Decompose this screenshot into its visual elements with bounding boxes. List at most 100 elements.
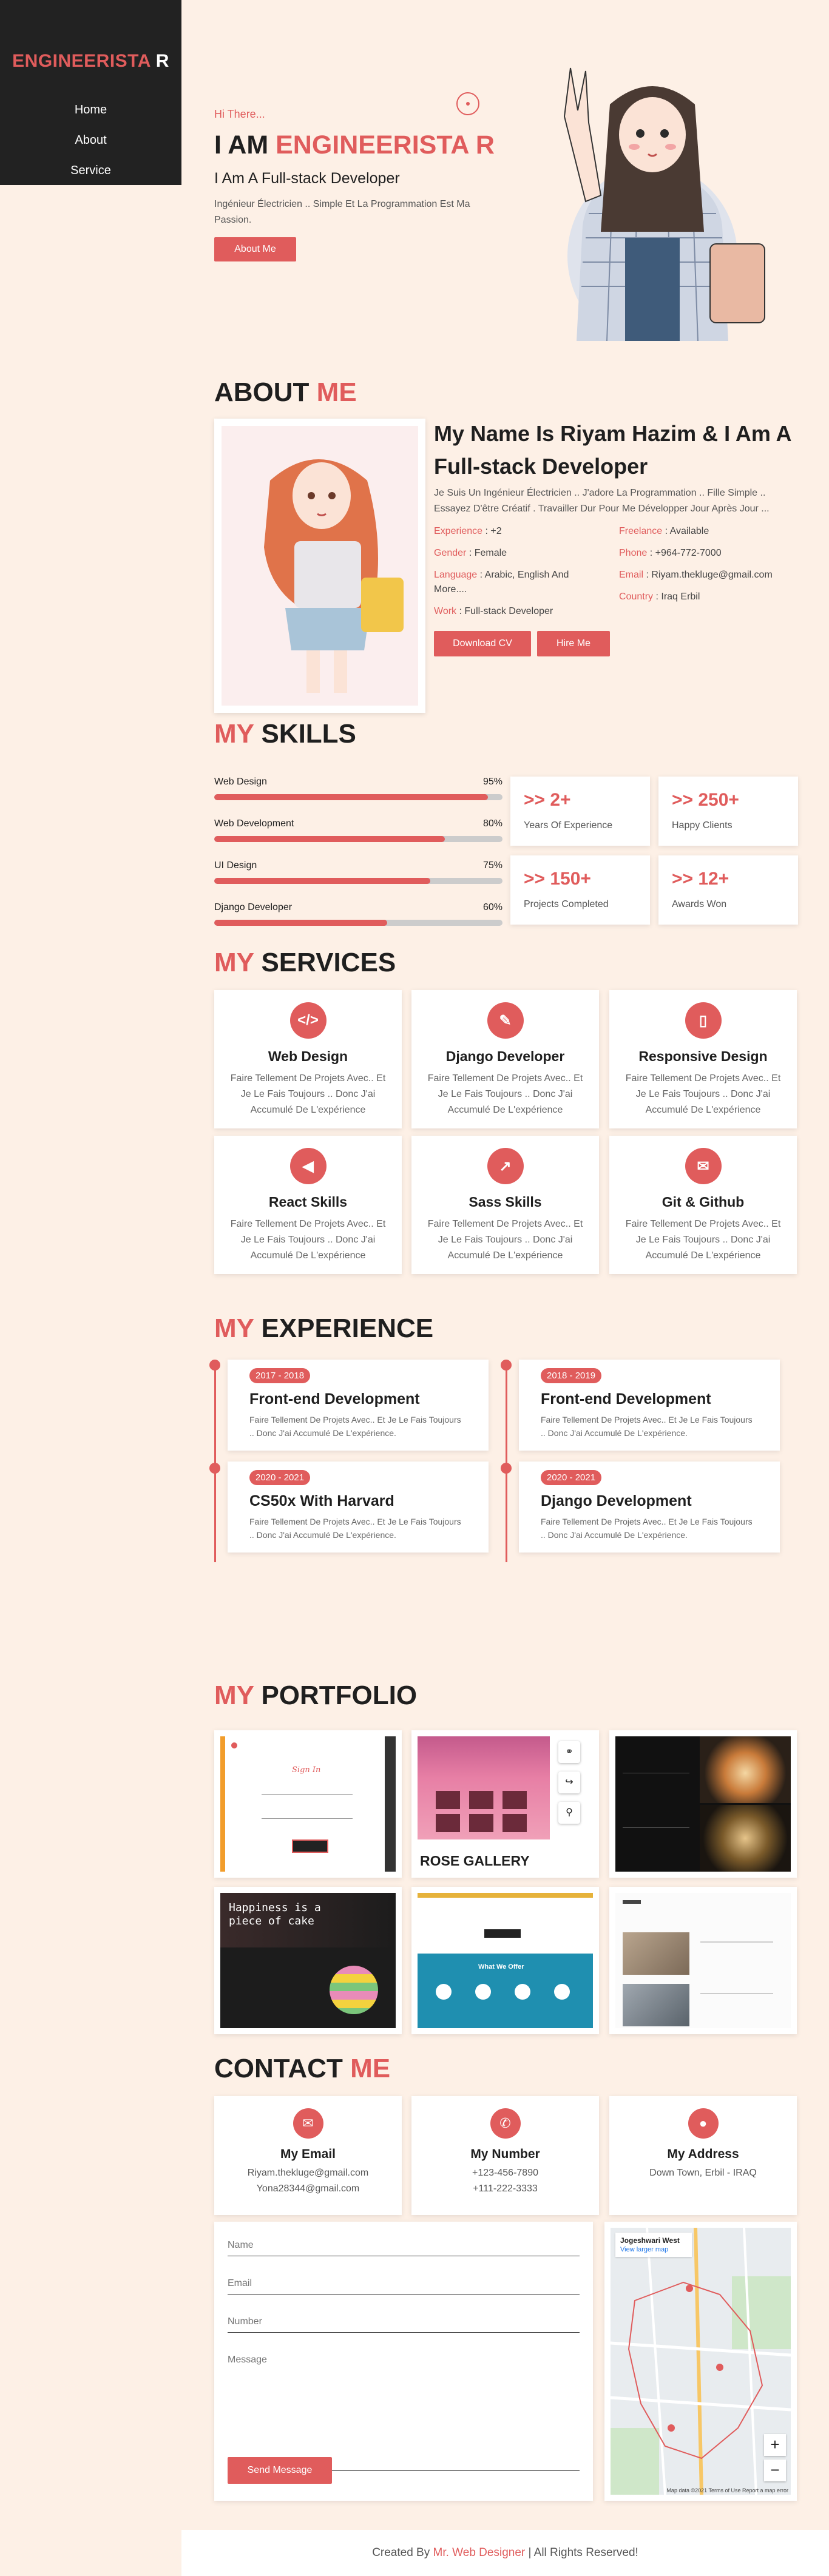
service-card[interactable]: </> Web Design Faire Tellement De Projet… — [214, 990, 402, 1128]
nav-home[interactable]: Home — [0, 95, 181, 125]
portfolio-item[interactable] — [609, 1887, 797, 2034]
experience-job: Front-end Development — [541, 1391, 711, 1408]
hire-me-button[interactable]: Hire Me — [537, 631, 610, 656]
service-title: Web Design — [268, 1048, 348, 1064]
service-title: Responsive Design — [638, 1048, 768, 1064]
nav-about[interactable]: About — [0, 125, 181, 155]
contact-card-text: +123-456-7890 +111-222-3333 — [411, 2165, 599, 2197]
service-text: Faire Tellement De Projets Avec.. Et Je … — [427, 1073, 583, 1115]
skill-percent: 60% — [482, 902, 502, 912]
contact-line[interactable]: +111-222-3333 — [411, 2181, 599, 2197]
info-value: : Female — [469, 548, 507, 558]
megaphone-icon: ◀ — [289, 1148, 327, 1184]
hero-title-name: ENGINEERISTA R — [276, 130, 495, 160]
service-card[interactable]: ✎ Django Developer Faire Tellement De Pr… — [411, 990, 599, 1128]
envelope-icon: ✉ — [293, 2108, 323, 2139]
view-larger-map-link[interactable]: View larger map — [620, 2246, 687, 2253]
nav-service[interactable]: Service — [0, 155, 181, 186]
portfolio-blog-preview — [615, 1893, 791, 2028]
services-section: MY SERVICES </> Web Design Faire Telleme… — [214, 948, 797, 1287]
map-attribution[interactable]: Map data ©2021 Terms of Use Report a map… — [666, 2487, 788, 2493]
download-cv-button[interactable]: Download CV — [434, 631, 531, 656]
portfolio-section: MY PORTFOLIO Sign In ⚭ ↪ ⚲ ROSE GALLERY — [214, 1681, 797, 2038]
hero-illustration — [563, 67, 765, 341]
name-field[interactable] — [228, 2235, 580, 2256]
info-key: Language — [434, 570, 478, 580]
zoom-in-icon[interactable]: + — [764, 2434, 786, 2456]
about-me-button[interactable]: About Me — [214, 237, 296, 261]
info-value: : Available — [665, 526, 709, 536]
portfolio-item[interactable]: Sign In — [214, 1730, 402, 1878]
map-place-card: Jogeshwari West View larger map — [615, 2233, 692, 2257]
portfolio-item[interactable] — [609, 1730, 797, 1878]
stat-caption: Awards Won — [672, 899, 727, 909]
experience-text: Faire Tellement De Projets Avec.. Et Je … — [541, 1415, 753, 1438]
hero-title-prefix: I AM — [214, 130, 269, 160]
hero-section: Hi There... I AM ENGINEERISTA R I Am A F… — [214, 0, 797, 358]
info-key: Country — [619, 592, 654, 602]
service-card[interactable]: ✉ Git & Github Faire Tellement De Projet… — [609, 1136, 797, 1274]
hero-description: Ingénieur Électricien .. Simple Et La Pr… — [214, 199, 470, 225]
timeline-dot — [209, 1360, 220, 1371]
experience-year: 2020 - 2021 — [541, 1470, 602, 1485]
experience-job: Django Development — [541, 1492, 692, 1509]
about-title: ABOUT ME — [214, 377, 357, 408]
map-place-name: Jogeshwari West — [620, 2236, 680, 2245]
stat-caption: Years Of Experience — [524, 820, 613, 831]
skill-fill — [214, 878, 431, 884]
stat-caption: Happy Clients — [672, 820, 733, 831]
portfolio-item[interactable]: What We Offer — [411, 1887, 599, 2034]
brand-logo[interactable]: ENGINEERISTA R — [0, 51, 181, 72]
portfolio-item[interactable]: Happiness is a piece of cake — [214, 1887, 402, 2034]
info-col-right: Freelance : Available Phone : +964-772-7… — [619, 524, 801, 612]
service-title: Sass Skills — [469, 1194, 542, 1210]
link-icon[interactable]: ⚭ — [558, 1741, 580, 1763]
experience-title: MY EXPERIENCE — [214, 1313, 433, 1344]
stat-card: >> 12+ Awards Won — [658, 855, 798, 925]
gallery-caption: ROSE GALLERY — [420, 1853, 530, 1869]
services-title-a: MY — [214, 948, 254, 977]
number-field[interactable] — [228, 2311, 580, 2333]
about-intro: Je Suis Un Ingénieur Électricien .. J'ad… — [434, 488, 770, 514]
search-icon[interactable]: ⚲ — [558, 1802, 580, 1824]
experience-section: MY EXPERIENCE 2017 - 2018 Front-end Deve… — [209, 1313, 797, 1574]
map-canvas[interactable]: Jogeshwari West View larger map + − Map … — [611, 2228, 791, 2495]
chart-icon: ↗ — [487, 1148, 524, 1184]
experience-job: CS50x With Harvard — [249, 1492, 394, 1509]
cake-heading: Happiness is a piece of cake — [229, 1901, 321, 1927]
service-title: Git & Github — [662, 1194, 745, 1210]
service-card[interactable]: ▯ Responsive Design Faire Tellement De P… — [609, 990, 797, 1128]
info-language: Language : Arabic, English And More.... — [434, 568, 580, 597]
info-col-left: Experience : +2 Gender : Female Language… — [434, 524, 616, 626]
contact-card-title: My Address — [667, 2147, 739, 2161]
portfolio-title: MY PORTFOLIO — [214, 1681, 417, 1711]
info-phone: Phone : +964-772-7000 — [619, 546, 801, 561]
contact-title-b: ME — [350, 2054, 391, 2083]
about-title-a: ABOUT — [214, 377, 310, 407]
zoom-out-icon[interactable]: − — [764, 2460, 786, 2481]
contact-line[interactable]: Riyam.thekluge@gmail.com — [214, 2165, 402, 2181]
experience-text: Faire Tellement De Projets Avec.. Et Je … — [249, 1517, 461, 1540]
email-field[interactable] — [228, 2273, 580, 2294]
send-message-button[interactable]: Send Message — [228, 2457, 332, 2484]
contact-section: CONTACT ME ✉ My Email Riyam.thekluge@gma… — [214, 2054, 797, 2515]
location-map[interactable]: Jogeshwari West View larger map + − Map … — [604, 2222, 797, 2501]
service-card[interactable]: ◀ React Skills Faire Tellement De Projet… — [214, 1136, 402, 1274]
offer-heading: What We Offer — [478, 1963, 524, 1971]
phone-icon: ✆ — [490, 2108, 521, 2139]
portfolio-item[interactable]: ⚭ ↪ ⚲ ROSE GALLERY — [411, 1730, 599, 1878]
stat-number: >> 2+ — [524, 790, 571, 810]
contact-line[interactable]: +123-456-7890 — [411, 2165, 599, 2181]
share-icon[interactable]: ↪ — [558, 1772, 580, 1793]
service-card[interactable]: ↗ Sass Skills Faire Tellement De Projets… — [411, 1136, 599, 1274]
timeline-dot — [501, 1463, 512, 1474]
stat-card: >> 150+ Projects Completed — [510, 855, 650, 925]
message-field[interactable] — [228, 2350, 580, 2471]
skill-percent: 95% — [482, 777, 502, 787]
info-key: Experience — [434, 526, 483, 536]
envelope-icon: ✉ — [685, 1148, 722, 1184]
footer-author-link[interactable]: Mr. Web Designer — [433, 2546, 526, 2559]
footer-prefix: Created By — [372, 2546, 430, 2559]
contact-line[interactable]: Yona28344@gmail.com — [214, 2181, 402, 2197]
info-gender: Gender : Female — [434, 546, 616, 561]
